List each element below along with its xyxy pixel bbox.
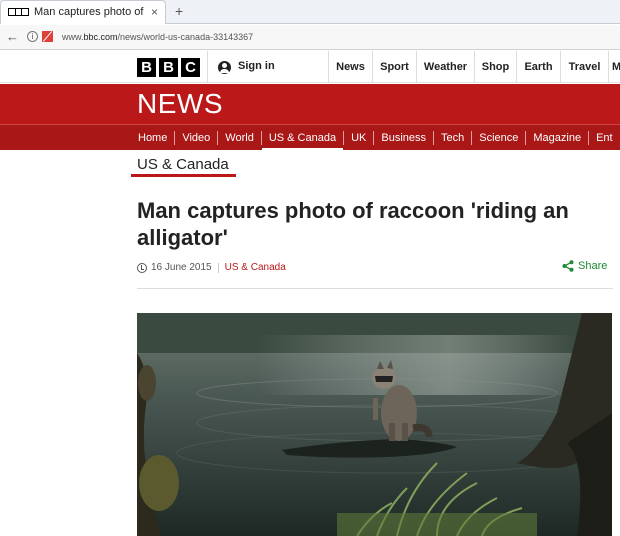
nav-home[interactable]: Home (131, 125, 174, 151)
topnav-more[interactable]: M (608, 51, 620, 83)
url-field[interactable]: www.bbc.com/news/world-us-canada-3314336… (62, 32, 253, 42)
article-headline: Man captures photo of raccoon 'riding an… (137, 198, 569, 250)
nav-world[interactable]: World (218, 125, 261, 151)
tab-close-icon[interactable]: × (151, 5, 158, 19)
article-meta: 16 June 2015 US & Canada (137, 262, 286, 273)
blocked-content-icon[interactable] (42, 31, 53, 42)
nav-us-canada[interactable]: US & Canada (261, 125, 344, 151)
nav-entertainment[interactable]: Ent (589, 125, 620, 151)
topnav-shop[interactable]: Shop (474, 51, 516, 83)
nav-tech[interactable]: Tech (434, 125, 471, 151)
meta-divider-line (137, 288, 613, 289)
share-button[interactable]: Share (562, 260, 607, 272)
user-icon (218, 61, 231, 74)
share-icon (562, 260, 574, 272)
browser-tab[interactable]: Man captures photo of rac… × (0, 0, 166, 24)
nav-magazine[interactable]: Magazine (526, 125, 588, 151)
article-section-link[interactable]: US & Canada (225, 262, 286, 273)
bbc-logo[interactable]: B B C (137, 58, 200, 77)
nav-uk[interactable]: UK (344, 125, 373, 151)
topnav-earth[interactable]: Earth (516, 51, 560, 83)
nav-business[interactable]: Business (374, 125, 433, 151)
bbc-favicon-icon (8, 8, 29, 16)
url-prefix: www. (62, 32, 84, 42)
back-arrow-icon[interactable]: ← (6, 29, 19, 44)
tab-title: Man captures photo of rac… (34, 6, 146, 18)
bbc-masthead: B B C Sign in News Sport Weather Shop Ea… (0, 51, 620, 83)
url-path: /news/world-us-canada-33143367 (117, 32, 254, 42)
section-heading[interactable]: US & Canada (137, 156, 229, 173)
url-domain: bbc.com (83, 32, 118, 42)
bbc-logo-letter: B (137, 58, 156, 77)
news-section-nav: Home Video World US & Canada UK Business… (0, 124, 620, 151)
bbc-top-nav: News Sport Weather Shop Earth Travel M (328, 51, 620, 83)
meta-divider (217, 262, 219, 273)
news-title[interactable]: NEWS (137, 88, 223, 120)
sign-in-label: Sign in (238, 60, 275, 72)
site-info-icon[interactable]: i (27, 31, 38, 42)
topnav-travel[interactable]: Travel (560, 51, 608, 83)
topnav-news[interactable]: News (328, 51, 372, 83)
new-tab-icon[interactable]: + (175, 3, 183, 19)
browser-tab-strip: Man captures photo of rac… × + (0, 0, 620, 24)
clock-icon (137, 262, 147, 273)
article-date: 16 June 2015 (151, 262, 212, 273)
news-banner: NEWS (0, 84, 620, 124)
topnav-weather[interactable]: Weather (416, 51, 474, 83)
share-label: Share (578, 260, 608, 272)
article-photo (137, 313, 612, 536)
sign-in-button[interactable]: Sign in (207, 51, 327, 83)
address-bar: ← i www.bbc.com/news/world-us-canada-331… (0, 25, 620, 50)
topnav-sport[interactable]: Sport (372, 51, 416, 83)
bbc-logo-letter: B (159, 58, 178, 77)
section-underline (131, 174, 236, 177)
bbc-logo-letter: C (181, 58, 200, 77)
nav-science[interactable]: Science (472, 125, 525, 151)
nav-video[interactable]: Video (175, 125, 217, 151)
